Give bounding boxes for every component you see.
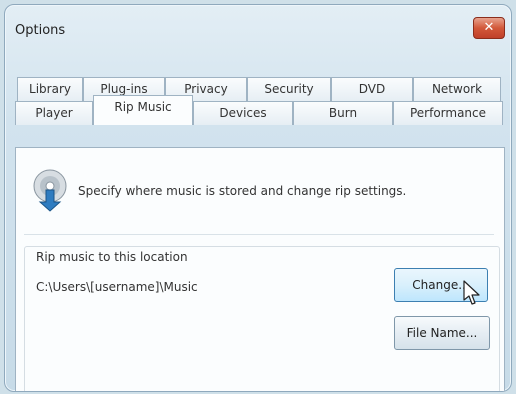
tab-player[interactable]: Player (15, 101, 93, 125)
tab-devices[interactable]: Devices (193, 101, 293, 125)
tab-strip: Library Plug-ins Privacy Security DVD Ne… (15, 77, 505, 147)
panel-description: Specify where music is stored and change… (78, 184, 407, 198)
rip-location-label: Rip music to this location (34, 250, 190, 264)
rip-location-path: C:\Users\[username]\Music (36, 280, 198, 294)
tab-network[interactable]: Network (413, 77, 501, 101)
tab-dvd[interactable]: DVD (331, 77, 413, 101)
cd-download-icon (33, 169, 67, 212)
divider (24, 234, 494, 235)
tab-burn[interactable]: Burn (293, 101, 393, 125)
close-icon: ✕ (483, 20, 495, 35)
file-name-button[interactable]: File Name... (394, 316, 490, 350)
options-dialog: Options ✕ Library Plug-ins Privacy Secur… (4, 4, 512, 392)
tab-rip-music[interactable]: Rip Music (93, 95, 193, 125)
close-button[interactable]: ✕ (473, 17, 505, 39)
tab-library[interactable]: Library (17, 77, 83, 101)
mouse-pointer-icon (463, 280, 480, 305)
window-title: Options (15, 23, 66, 38)
tab-security[interactable]: Security (247, 77, 331, 101)
rip-music-panel: Specify where music is stored and change… (15, 147, 505, 391)
title-bar[interactable]: Options ✕ (5, 5, 511, 47)
tab-performance[interactable]: Performance (393, 101, 503, 125)
